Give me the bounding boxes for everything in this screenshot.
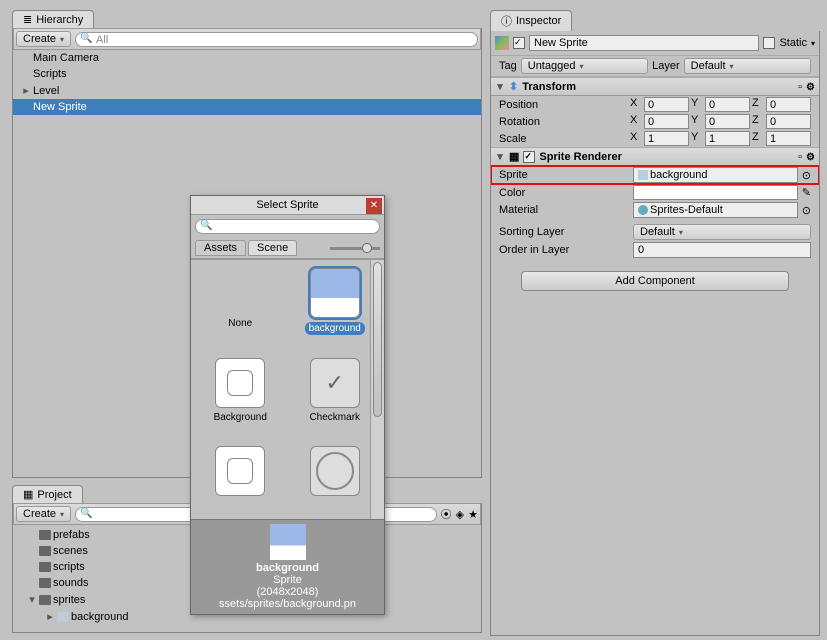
hierarchy-icon: ≣ <box>23 13 32 26</box>
project-tab[interactable]: ▦ Project <box>12 485 83 503</box>
static-dropdown-icon[interactable]: ▾ <box>811 39 815 48</box>
asset-none[interactable]: None <box>203 268 278 346</box>
asset-Background[interactable]: Background <box>203 358 278 434</box>
folder-icon <box>39 595 51 605</box>
sprite-mini-icon <box>638 170 648 180</box>
material-object-field[interactable]: Sprites-Default <box>633 202 798 218</box>
sprite-renderer-header[interactable]: ▾ ▦ Sprite Renderer ▫ <box>491 147 819 166</box>
search-icon: 🔍 <box>200 220 212 231</box>
hierarchy-item[interactable]: Main Camera <box>13 50 481 66</box>
foldout-icon[interactable]: ▸ <box>45 610 55 623</box>
object-name-input[interactable] <box>529 35 759 51</box>
help-icon[interactable]: ▫ <box>798 81 802 93</box>
footer-thumb <box>270 524 306 560</box>
position-label: Position <box>499 99 626 111</box>
sprite-asset-icon <box>57 612 69 622</box>
inspector-tab-label: Inspector <box>516 15 561 27</box>
scrollbar[interactable] <box>370 260 384 519</box>
inspector-tab[interactable]: ⓘ Inspector <box>490 10 572 31</box>
sprite-label: Sprite <box>499 169 629 181</box>
scale-x-input[interactable] <box>644 131 689 146</box>
scene-tab[interactable]: Scene <box>248 240 297 256</box>
project-create-dropdown[interactable]: Create <box>16 506 71 522</box>
eyedropper-icon[interactable]: ✎ <box>802 186 811 199</box>
dialog-footer: background Sprite (2048x2048) ssets/spri… <box>191 519 384 614</box>
folder-icon <box>39 530 51 540</box>
star-icon[interactable]: ★ <box>468 508 478 521</box>
scale-label: Scale <box>499 133 626 145</box>
folder-icon <box>39 578 51 588</box>
select-sprite-dialog: Select Sprite ✕ 🔍 Assets Scene None back… <box>190 195 385 615</box>
dialog-title: Select Sprite <box>256 199 318 211</box>
info-icon: ⓘ <box>501 13 512 29</box>
component-enabled-checkbox[interactable] <box>523 151 535 163</box>
rotation-y-input[interactable] <box>705 114 750 129</box>
layer-dropdown[interactable]: Default <box>684 58 811 74</box>
position-z-input[interactable] <box>766 97 811 112</box>
color-label: Color <box>499 187 629 199</box>
hierarchy-tab-label: Hierarchy <box>36 14 83 26</box>
asset-checkmark[interactable]: ✓ Checkmark <box>297 358 372 434</box>
foldout-icon[interactable]: ▸ <box>21 84 31 97</box>
tag-label: Tag <box>499 60 517 72</box>
rotation-z-input[interactable] <box>766 114 811 129</box>
search-icon: 🔍 <box>80 33 92 44</box>
asset-item[interactable] <box>297 446 372 511</box>
hierarchy-create-dropdown[interactable]: Create <box>16 31 71 47</box>
project-icon: ▦ <box>23 488 33 501</box>
material-label: Material <box>499 204 629 216</box>
static-checkbox[interactable] <box>763 37 775 49</box>
order-in-layer-label: Order in Layer <box>499 244 629 256</box>
rotation-x-input[interactable] <box>644 114 689 129</box>
foldout-icon[interactable]: ▾ <box>27 593 37 606</box>
help-icon[interactable]: ▫ <box>798 151 802 163</box>
foldout-icon[interactable]: ▾ <box>495 150 505 163</box>
hierarchy-item-selected[interactable]: New Sprite <box>13 99 481 115</box>
static-label: Static <box>779 37 807 49</box>
hierarchy-item[interactable]: Scripts <box>13 66 481 82</box>
asset-background[interactable]: background <box>297 268 372 346</box>
transform-header[interactable]: ▾ ⬍ Transform ▫ <box>491 77 819 96</box>
add-component-button[interactable]: Add Component <box>521 271 789 291</box>
folder-icon <box>39 546 51 556</box>
position-y-input[interactable] <box>705 97 750 112</box>
gear-icon[interactable] <box>806 81 815 93</box>
hierarchy-tab[interactable]: ≣ Hierarchy <box>12 10 94 28</box>
color-field[interactable] <box>633 185 798 200</box>
dialog-search-input[interactable]: 🔍 <box>195 219 380 234</box>
project-tab-label: Project <box>37 489 71 501</box>
tag-dropdown[interactable]: Untagged <box>521 58 648 74</box>
position-x-input[interactable] <box>644 97 689 112</box>
gameobject-icon[interactable] <box>495 36 509 50</box>
assets-tab[interactable]: Assets <box>195 240 246 256</box>
filter-icon[interactable]: ⦿ <box>441 506 452 522</box>
sorting-layer-dropdown[interactable]: Default <box>633 224 811 240</box>
close-icon[interactable]: ✕ <box>366 198 382 214</box>
search-icon: 🔍 <box>80 508 92 519</box>
sorting-layer-label: Sorting Layer <box>499 226 629 238</box>
label-icon[interactable]: ◈ <box>456 508 464 521</box>
scale-y-input[interactable] <box>705 131 750 146</box>
order-in-layer-input[interactable] <box>633 242 811 258</box>
transform-icon: ⬍ <box>509 80 518 93</box>
object-picker-icon[interactable]: ⊙ <box>802 169 811 182</box>
asset-item[interactable] <box>203 446 278 511</box>
material-mini-icon <box>638 205 648 215</box>
scale-z-input[interactable] <box>766 131 811 146</box>
rotation-label: Rotation <box>499 116 626 128</box>
dialog-title-bar[interactable]: Select Sprite ✕ <box>191 196 384 215</box>
gear-icon[interactable] <box>806 151 815 163</box>
sprite-object-field[interactable]: background <box>633 167 798 183</box>
background-thumb <box>310 268 360 318</box>
layer-label: Layer <box>652 60 680 72</box>
thumbnail-size-slider[interactable] <box>330 247 380 250</box>
sprite-renderer-icon: ▦ <box>509 150 519 163</box>
object-picker-icon[interactable]: ⊙ <box>802 204 811 217</box>
hierarchy-search-input[interactable]: 🔍 All <box>75 32 478 47</box>
foldout-icon[interactable]: ▾ <box>495 80 505 93</box>
hierarchy-item[interactable]: ▸Level <box>13 82 481 99</box>
sprite-property-row: Sprite background ⊙ <box>491 166 819 184</box>
active-checkbox[interactable] <box>513 37 525 49</box>
folder-icon <box>39 562 51 572</box>
